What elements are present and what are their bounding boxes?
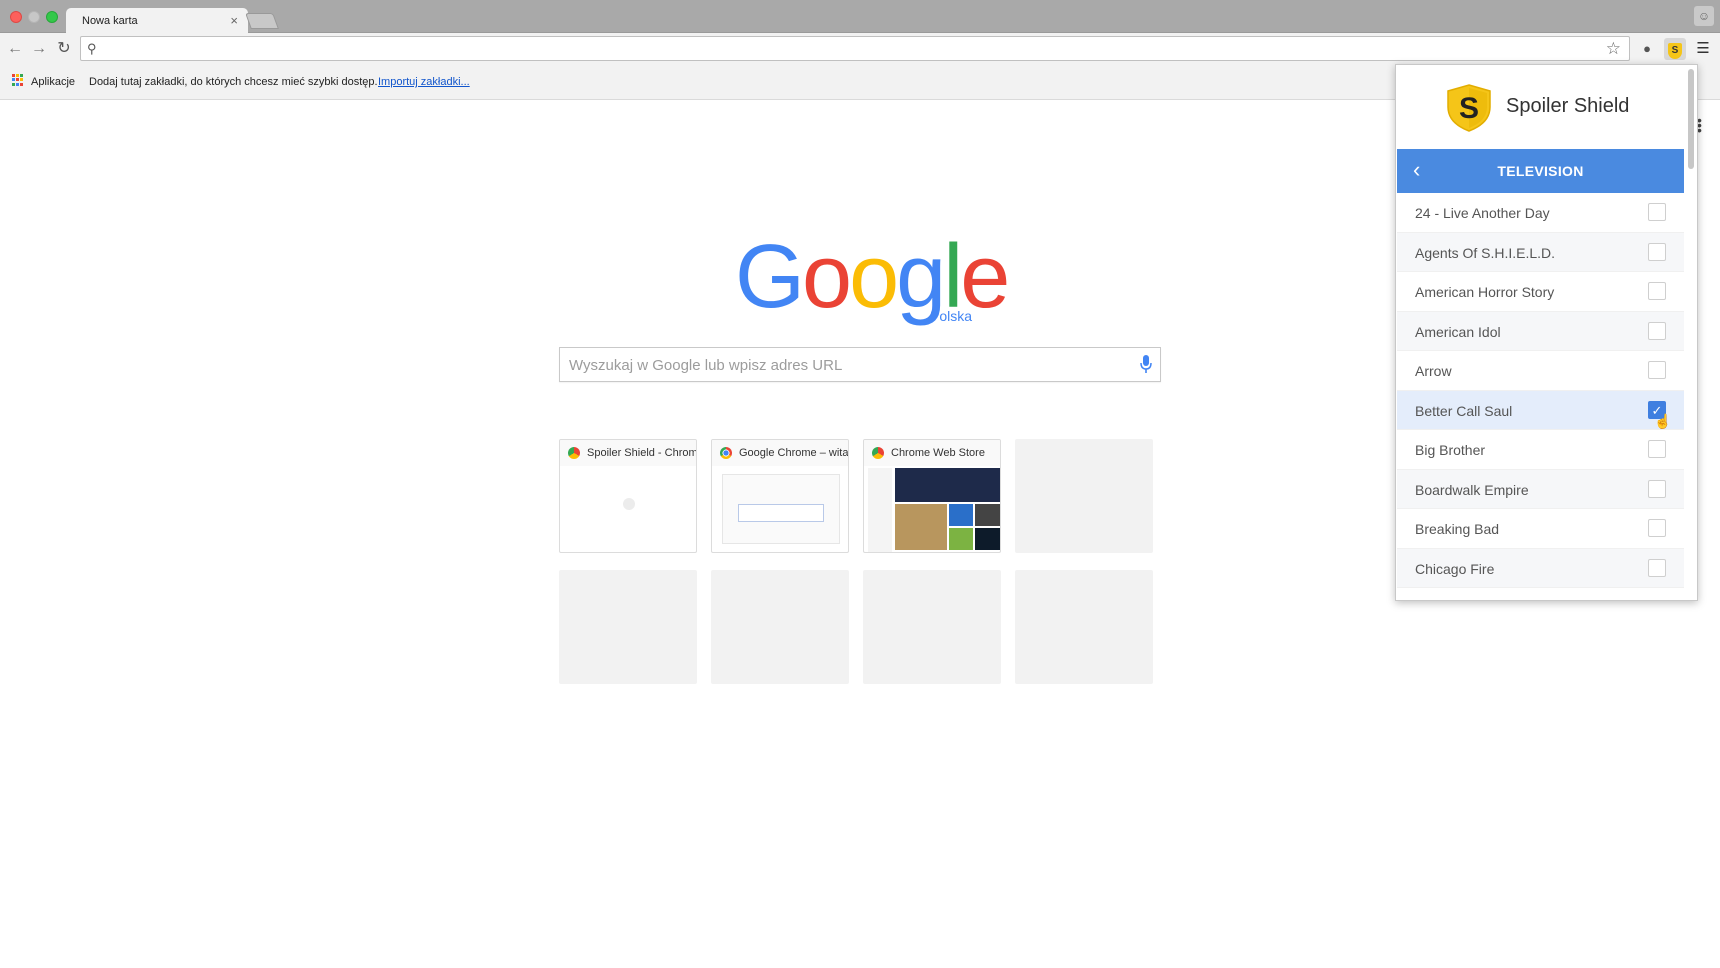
show-name: American Idol xyxy=(1415,323,1501,340)
show-name: Chicago Fire xyxy=(1415,560,1495,577)
popup-scrollbar[interactable] xyxy=(1688,69,1694,169)
extension-icon[interactable]: ● xyxy=(1636,38,1658,60)
forward-arrow-icon[interactable]: → xyxy=(29,39,49,59)
window-titlebar: Nowa karta × ☺ xyxy=(0,0,1720,34)
microphone-icon[interactable] xyxy=(1140,355,1152,375)
tab-close-icon[interactable]: × xyxy=(230,13,238,28)
show-item[interactable]: 24 - Live Another Day xyxy=(1397,193,1684,233)
show-item[interactable]: Arrow xyxy=(1397,351,1684,391)
spoiler-shield-popup: S Spoiler Shield ‹ TELEVISION 24 - Live … xyxy=(1395,64,1698,601)
tab-title: Nowa karta xyxy=(82,15,138,27)
show-name: American Horror Story xyxy=(1415,284,1555,300)
show-checkbox[interactable] xyxy=(1648,321,1666,340)
web-store-favicon-icon xyxy=(568,447,580,459)
tile-empty xyxy=(711,570,849,684)
popup-header: S Spoiler Shield xyxy=(1396,65,1684,149)
shield-logo-icon: S xyxy=(1447,84,1491,132)
show-name: Big Brother xyxy=(1415,442,1486,458)
tile-thumbnail xyxy=(560,466,696,552)
show-name: Better Call Saul xyxy=(1415,402,1513,419)
tile-google-chrome[interactable]: Google Chrome – witamy xyxy=(711,439,849,553)
profile-icon[interactable]: ☺ xyxy=(1694,6,1714,26)
popup-title: Spoiler Shield xyxy=(1506,95,1630,117)
star-icon[interactable]: ☆ xyxy=(1606,39,1621,59)
web-store-favicon-icon xyxy=(872,447,884,459)
window-close-button[interactable] xyxy=(10,11,22,23)
show-checkbox[interactable] xyxy=(1648,479,1666,498)
tile-empty xyxy=(863,570,1001,684)
tile-title: Chrome Web Store xyxy=(864,440,1000,466)
show-checkbox[interactable] xyxy=(1648,440,1666,458)
show-name: Arrow xyxy=(1415,363,1452,379)
tile-chrome-web-store[interactable]: Chrome Web Store xyxy=(863,439,1001,553)
back-arrow-icon[interactable]: ← xyxy=(5,39,25,59)
apps-link[interactable]: Aplikacje xyxy=(31,76,75,88)
shield-icon: S xyxy=(1668,43,1682,59)
spoiler-shield-extension-button[interactable]: S xyxy=(1664,38,1686,60)
google-logo-region: Polska xyxy=(930,308,973,324)
show-item[interactable]: American Horror Story xyxy=(1397,272,1684,312)
show-list: 24 - Live Another Day Agents Of S.H.I.E.… xyxy=(1397,193,1684,600)
tile-title: Google Chrome – witamy xyxy=(712,440,848,466)
tile-spoiler-shield[interactable]: Spoiler Shield - Chrome Web Store xyxy=(559,439,697,553)
reload-icon[interactable]: ↻ xyxy=(54,39,74,59)
show-item[interactable]: American Idol xyxy=(1397,311,1684,351)
show-checkbox[interactable] xyxy=(1648,361,1666,379)
most-visited-tiles: Spoiler Shield - Chrome Web Store Google… xyxy=(559,439,1155,685)
show-item[interactable]: Chicago Fire xyxy=(1397,548,1684,588)
show-item[interactable]: Boardwalk Empire xyxy=(1397,469,1684,509)
category-title: TELEVISION xyxy=(1497,163,1584,179)
tile-title: Spoiler Shield - Chrome Web Store xyxy=(560,440,696,466)
hamburger-menu-icon[interactable]: ☰ xyxy=(1692,38,1714,60)
show-checkbox[interactable] xyxy=(1648,203,1666,221)
window-maximize-button[interactable] xyxy=(46,11,58,23)
show-checkbox[interactable] xyxy=(1648,558,1666,577)
apps-grid-icon[interactable] xyxy=(12,74,24,86)
show-checkbox[interactable] xyxy=(1648,242,1666,261)
bookmarks-hint: Dodaj tutaj zakładki, do których chcesz … xyxy=(89,76,378,88)
tile-thumbnail xyxy=(864,466,1000,552)
browser-tab[interactable]: Nowa karta × xyxy=(66,8,248,34)
show-name: 24 - Live Another Day xyxy=(1415,205,1550,221)
show-item[interactable]: Breaking Bad xyxy=(1397,509,1684,549)
show-name: Agents Of S.H.I.E.L.D. xyxy=(1415,244,1556,261)
category-bar: ‹ TELEVISION xyxy=(1397,149,1684,193)
new-tab-button[interactable] xyxy=(245,13,279,29)
import-bookmarks-link[interactable]: Importuj zakładki... xyxy=(378,76,470,88)
show-item[interactable]: Agents Of S.H.I.E.L.D. xyxy=(1397,232,1684,272)
tile-empty xyxy=(1015,570,1153,684)
browser-toolbar: ← → ↻ ⚲ ☆ ● S ☰ xyxy=(0,33,1720,64)
show-name: Boardwalk Empire xyxy=(1415,481,1529,498)
show-name: Breaking Bad xyxy=(1415,521,1500,537)
tile-thumbnail xyxy=(712,466,848,552)
show-checkbox[interactable] xyxy=(1648,282,1666,300)
address-bar[interactable]: ⚲ ☆ xyxy=(80,36,1630,61)
show-item[interactable]: Big Brother xyxy=(1397,430,1684,470)
tile-empty xyxy=(1015,439,1153,553)
search-input[interactable]: Wyszukaj w Google lub wpisz adres URL xyxy=(559,347,1161,382)
window-minimize-button[interactable] xyxy=(28,11,40,23)
show-item[interactable]: Better Call Saul ✓ xyxy=(1397,390,1684,430)
search-icon: ⚲ xyxy=(87,41,97,56)
search-placeholder: Wyszukaj w Google lub wpisz adres URL xyxy=(569,357,843,374)
tile-empty xyxy=(559,570,697,684)
show-checkbox[interactable] xyxy=(1648,519,1666,537)
hand-cursor-icon: ☝ xyxy=(1654,413,1672,429)
google-logo: Google Polska xyxy=(735,232,1010,332)
chrome-favicon-icon xyxy=(720,447,732,459)
svg-text:S: S xyxy=(1459,92,1479,125)
